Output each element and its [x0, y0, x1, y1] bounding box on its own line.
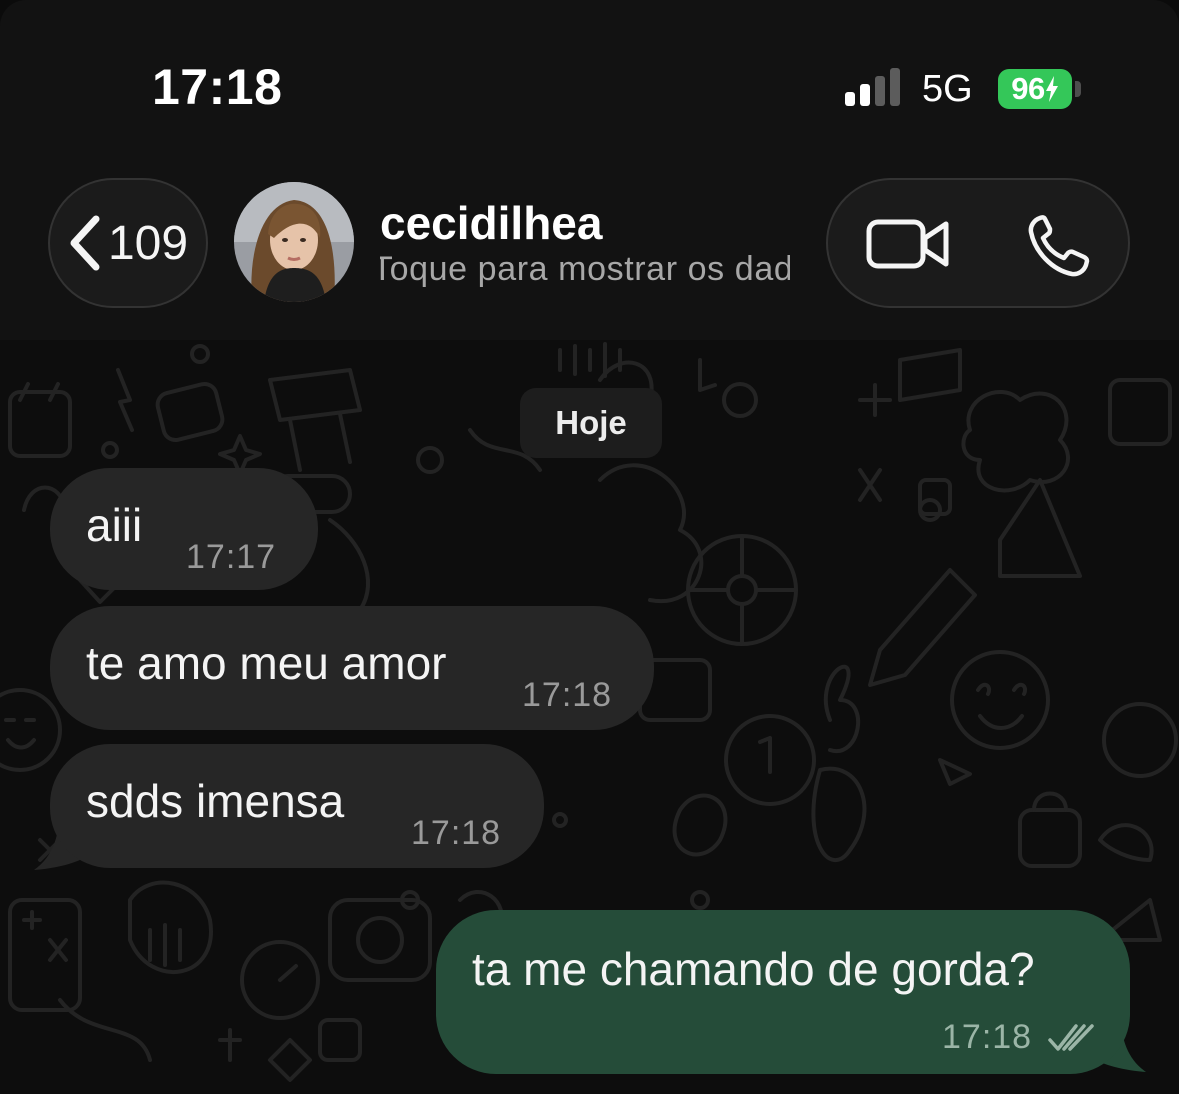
status-time: 17:18	[152, 59, 283, 115]
avatar[interactable]	[234, 182, 354, 302]
message-time: 17:17	[186, 538, 277, 576]
message-text: aiii	[86, 499, 143, 551]
phone-icon[interactable]	[1026, 214, 1092, 278]
network-type: 5G	[922, 68, 973, 110]
contact-subtitle-text: Toque para mostrar os dados do contato	[380, 250, 790, 288]
unread-count: 109	[107, 216, 189, 270]
message-text: te amo meu amor	[86, 637, 447, 689]
video-camera-icon[interactable]	[866, 214, 952, 274]
contact-subtitle[interactable]: Toque para mostrar os dados do contato	[380, 250, 790, 296]
message-bubble-outgoing[interactable]: ta me chamando de gorda? 17:18	[436, 910, 1130, 1074]
chevron-left-icon	[70, 215, 100, 271]
contact-name[interactable]: cecidilhea	[380, 196, 602, 250]
signal-bars-icon	[845, 68, 900, 106]
message-bubble-incoming[interactable]: aiii 17:17	[50, 468, 318, 590]
header: 17:18 5G 96 109 cecidilhea Toque para mo…	[0, 0, 1179, 340]
message-bubble-incoming[interactable]: te amo meu amor 17:18	[50, 606, 654, 730]
battery-level: 96	[1011, 71, 1045, 106]
chat-screen: 17:18 5G 96 109 cecidilhea Toque para mo…	[0, 0, 1179, 1094]
double-check-icon	[1048, 1024, 1094, 1051]
message-bubble-incoming[interactable]: sdds imensa 17:18	[50, 744, 544, 868]
message-text: sdds imensa	[86, 775, 345, 827]
bolt-icon	[1045, 76, 1058, 102]
message-time: 17:18	[942, 1018, 1033, 1056]
chat-area[interactable]: Hoje aiii 17:17 te amo meu amor 17:18 sd…	[0, 340, 1179, 1094]
call-actions	[826, 178, 1130, 308]
back-button[interactable]: 109	[48, 178, 208, 308]
battery-charging-icon: 96	[998, 69, 1072, 109]
message-text: ta me chamando de gorda?	[472, 943, 1035, 995]
battery-tip	[1075, 81, 1081, 97]
date-separator: Hoje	[520, 388, 662, 458]
message-time: 17:18	[411, 814, 502, 852]
message-time: 17:18	[522, 676, 613, 714]
